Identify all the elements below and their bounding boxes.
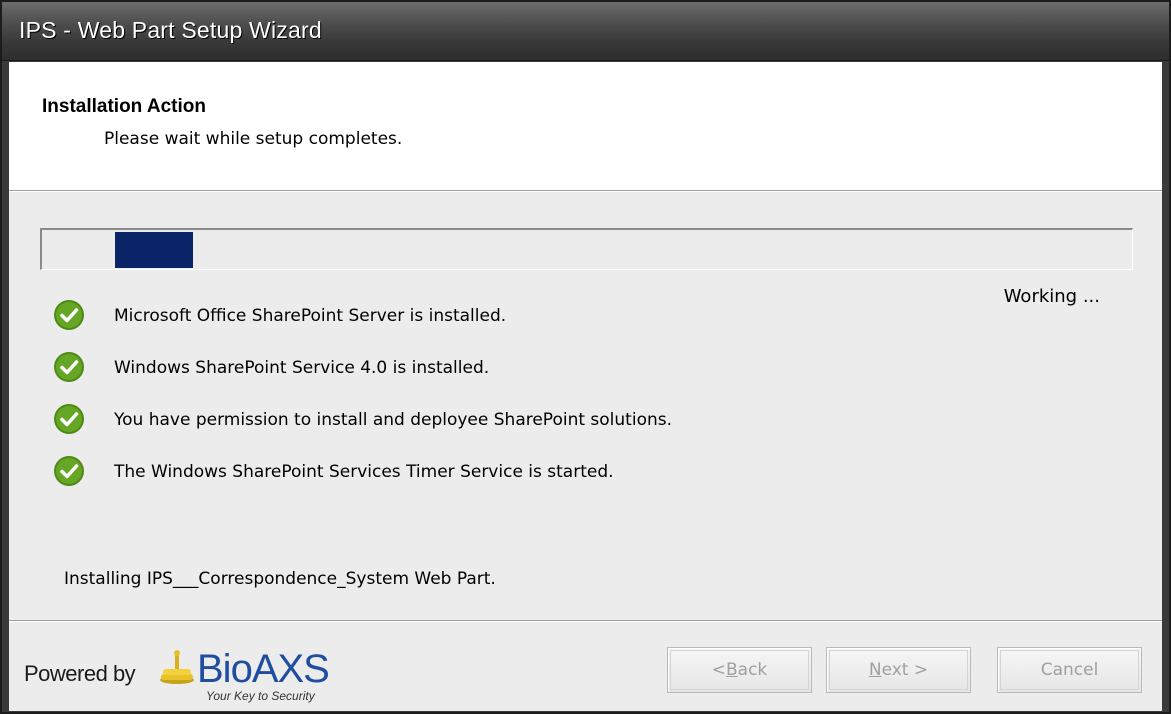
- title-bar[interactable]: IPS - Web Part Setup Wizard: [2, 2, 1169, 61]
- next-button[interactable]: Next >: [826, 647, 971, 693]
- next-button-rest: ext >: [881, 660, 929, 680]
- progress-bar: [40, 228, 1133, 270]
- green-check-icon: [54, 352, 84, 382]
- page-title: Installation Action: [42, 96, 206, 117]
- cancel-button-label: Cancel: [1040, 660, 1099, 680]
- wizard-footer: Powered by BioAXS Your Key to Security <…: [9, 620, 1162, 711]
- cancel-button[interactable]: Cancel: [997, 647, 1142, 693]
- green-check-icon: [54, 456, 84, 486]
- bioaxs-logo: BioAXS Your Key to Security: [157, 641, 357, 711]
- install-status-text: Installing IPS___Correspondence_System W…: [64, 569, 496, 589]
- powered-by-label: Powered by: [24, 661, 136, 686]
- setup-wizard-window: IPS - Web Part Setup Wizard Installation…: [0, 0, 1171, 714]
- back-button-prefix: <: [711, 660, 726, 680]
- check-item-label: You have permission to install and deplo…: [114, 410, 673, 430]
- check-item-label: The Windows SharePoint Services Timer Se…: [114, 462, 614, 482]
- green-check-icon: [54, 300, 84, 330]
- back-button-rest: ack: [737, 660, 768, 680]
- next-button-mnemonic: N: [868, 660, 882, 680]
- window-title: IPS - Web Part Setup Wizard: [19, 17, 322, 43]
- progress-marquee-chunk: [115, 232, 193, 268]
- page-subtitle: Please wait while setup completes.: [104, 129, 403, 149]
- wizard-body: Working ... Microsoft Office SharePoint …: [9, 191, 1162, 620]
- wizard-header: Installation Action Please wait while se…: [9, 62, 1162, 191]
- footer-divider: [9, 621, 1162, 622]
- check-item-label: Microsoft Office SharePoint Server is in…: [114, 306, 507, 326]
- progress-status-label: Working ...: [1003, 286, 1100, 307]
- check-item-label: Windows SharePoint Service 4.0 is instal…: [114, 358, 490, 378]
- logo-tagline: Your Key to Security: [206, 689, 315, 703]
- back-button[interactable]: < Back: [667, 647, 812, 693]
- logo-wordmark: BioAXS: [197, 647, 330, 691]
- key-logo-icon: [160, 650, 194, 684]
- back-button-mnemonic: B: [725, 660, 738, 680]
- green-check-icon: [54, 404, 84, 434]
